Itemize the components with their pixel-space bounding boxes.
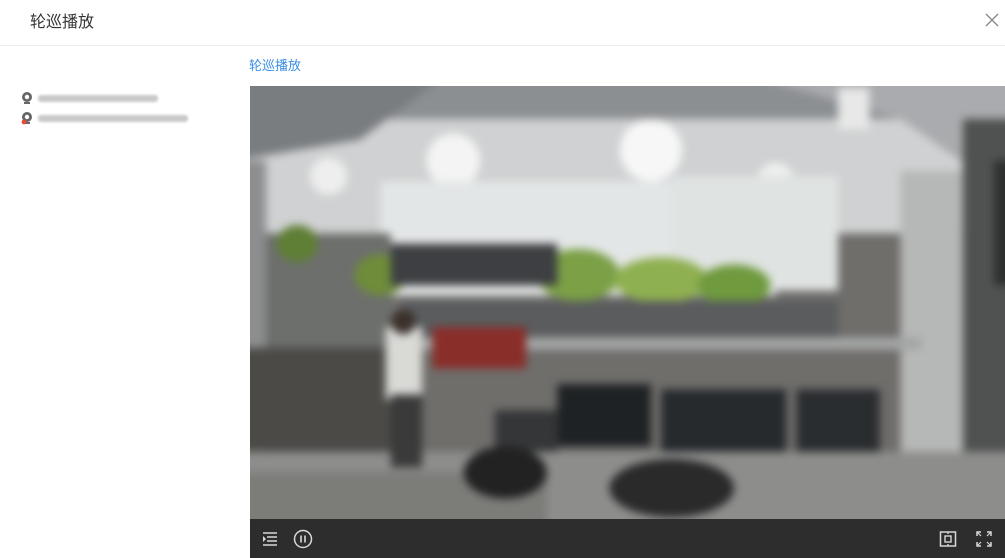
player-controls [250, 519, 1005, 558]
fullscreen-button[interactable] [974, 529, 994, 549]
video-frame [250, 86, 1005, 519]
close-button[interactable] [983, 11, 1001, 29]
playlist-icon [263, 532, 277, 546]
video-player [250, 86, 1005, 558]
video-feed[interactable] [250, 86, 1005, 519]
camera-icon [22, 92, 32, 104]
pause-button[interactable] [293, 529, 313, 549]
fullscreen-icon [976, 531, 992, 547]
screenshot-icon [939, 531, 957, 547]
camera-list-item[interactable] [20, 88, 220, 108]
camera-offline-icon [21, 112, 32, 125]
pause-icon [293, 529, 313, 549]
camera-list-item[interactable] [20, 108, 220, 128]
tab-patrol-playback[interactable]: 轮巡播放 [249, 58, 301, 76]
close-icon [985, 13, 999, 27]
camera-label-blurred [38, 114, 188, 122]
screenshot-button[interactable] [938, 529, 958, 549]
dialog-title: 轮巡播放 [30, 12, 95, 31]
playlist-button[interactable] [260, 529, 280, 549]
dialog-header: 轮巡播放 [0, 0, 1005, 46]
camera-label-blurred [38, 94, 158, 102]
camera-tree [20, 88, 220, 128]
